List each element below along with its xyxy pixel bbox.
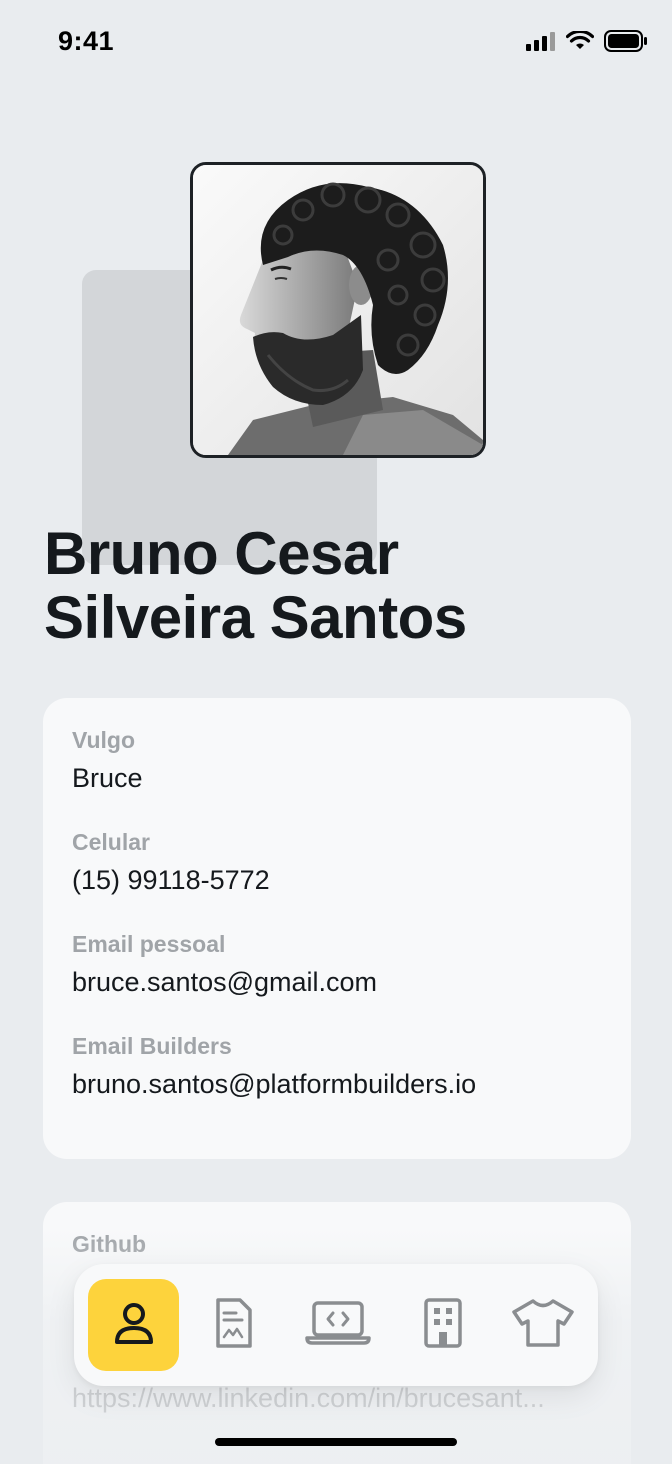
status-time: 9:41 <box>58 26 115 56</box>
status-icons <box>526 29 648 57</box>
email-work-value[interactable]: bruno.santos@platformbuilders.io <box>72 1064 602 1104</box>
user-icon <box>109 1298 159 1353</box>
field-value[interactable]: Bruce <box>72 758 602 798</box>
profile-screen: 9:41 Bruno Cesar Silveira Santos Vulgo B… <box>0 0 672 1464</box>
wifi-icon <box>565 29 595 56</box>
contact-info-card: Vulgo Bruce Celular (15) 99118-5772 Emai… <box>43 698 631 1159</box>
nav-item-documents[interactable] <box>188 1279 279 1371</box>
nav-item-profile[interactable] <box>88 1279 180 1371</box>
field-vulgo: Vulgo Bruce <box>72 724 602 798</box>
profile-name-line2: Silveira Santos <box>44 584 467 651</box>
document-icon <box>212 1297 256 1354</box>
email-personal-value[interactable]: bruce.santos@gmail.com <box>72 962 602 1002</box>
tshirt-icon <box>511 1298 575 1353</box>
building-icon <box>423 1297 463 1354</box>
profile-photo <box>190 162 486 458</box>
profile-name: Bruno Cesar Silveira Santos <box>44 522 604 650</box>
nav-item-company[interactable] <box>397 1279 488 1371</box>
field-email-builders: Email Builders bruno.santos@platformbuil… <box>72 1030 602 1104</box>
bottom-nav <box>74 1264 598 1386</box>
signal-icon <box>526 31 556 56</box>
field-email-pessoal: Email pessoal bruce.santos@gmail.com <box>72 928 602 1002</box>
phone-value[interactable]: (15) 99118-5772 <box>72 860 602 900</box>
field-label: Email Builders <box>72 1033 232 1059</box>
field-label: Vulgo <box>72 727 136 753</box>
battery-icon <box>604 30 648 57</box>
nav-item-merch[interactable] <box>498 1279 589 1371</box>
status-bar: 9:41 <box>0 0 672 84</box>
field-label: Github <box>72 1231 147 1257</box>
laptop-code-icon <box>305 1300 372 1351</box>
field-celular: Celular (15) 99118-5772 <box>72 826 602 900</box>
field-label: Celular <box>72 829 150 855</box>
field-label: Email pessoal <box>72 931 226 957</box>
profile-name-line1: Bruno Cesar <box>44 520 399 587</box>
home-indicator <box>215 1438 457 1446</box>
nav-item-code[interactable] <box>289 1279 388 1371</box>
field-github: Github <box>72 1228 602 1260</box>
